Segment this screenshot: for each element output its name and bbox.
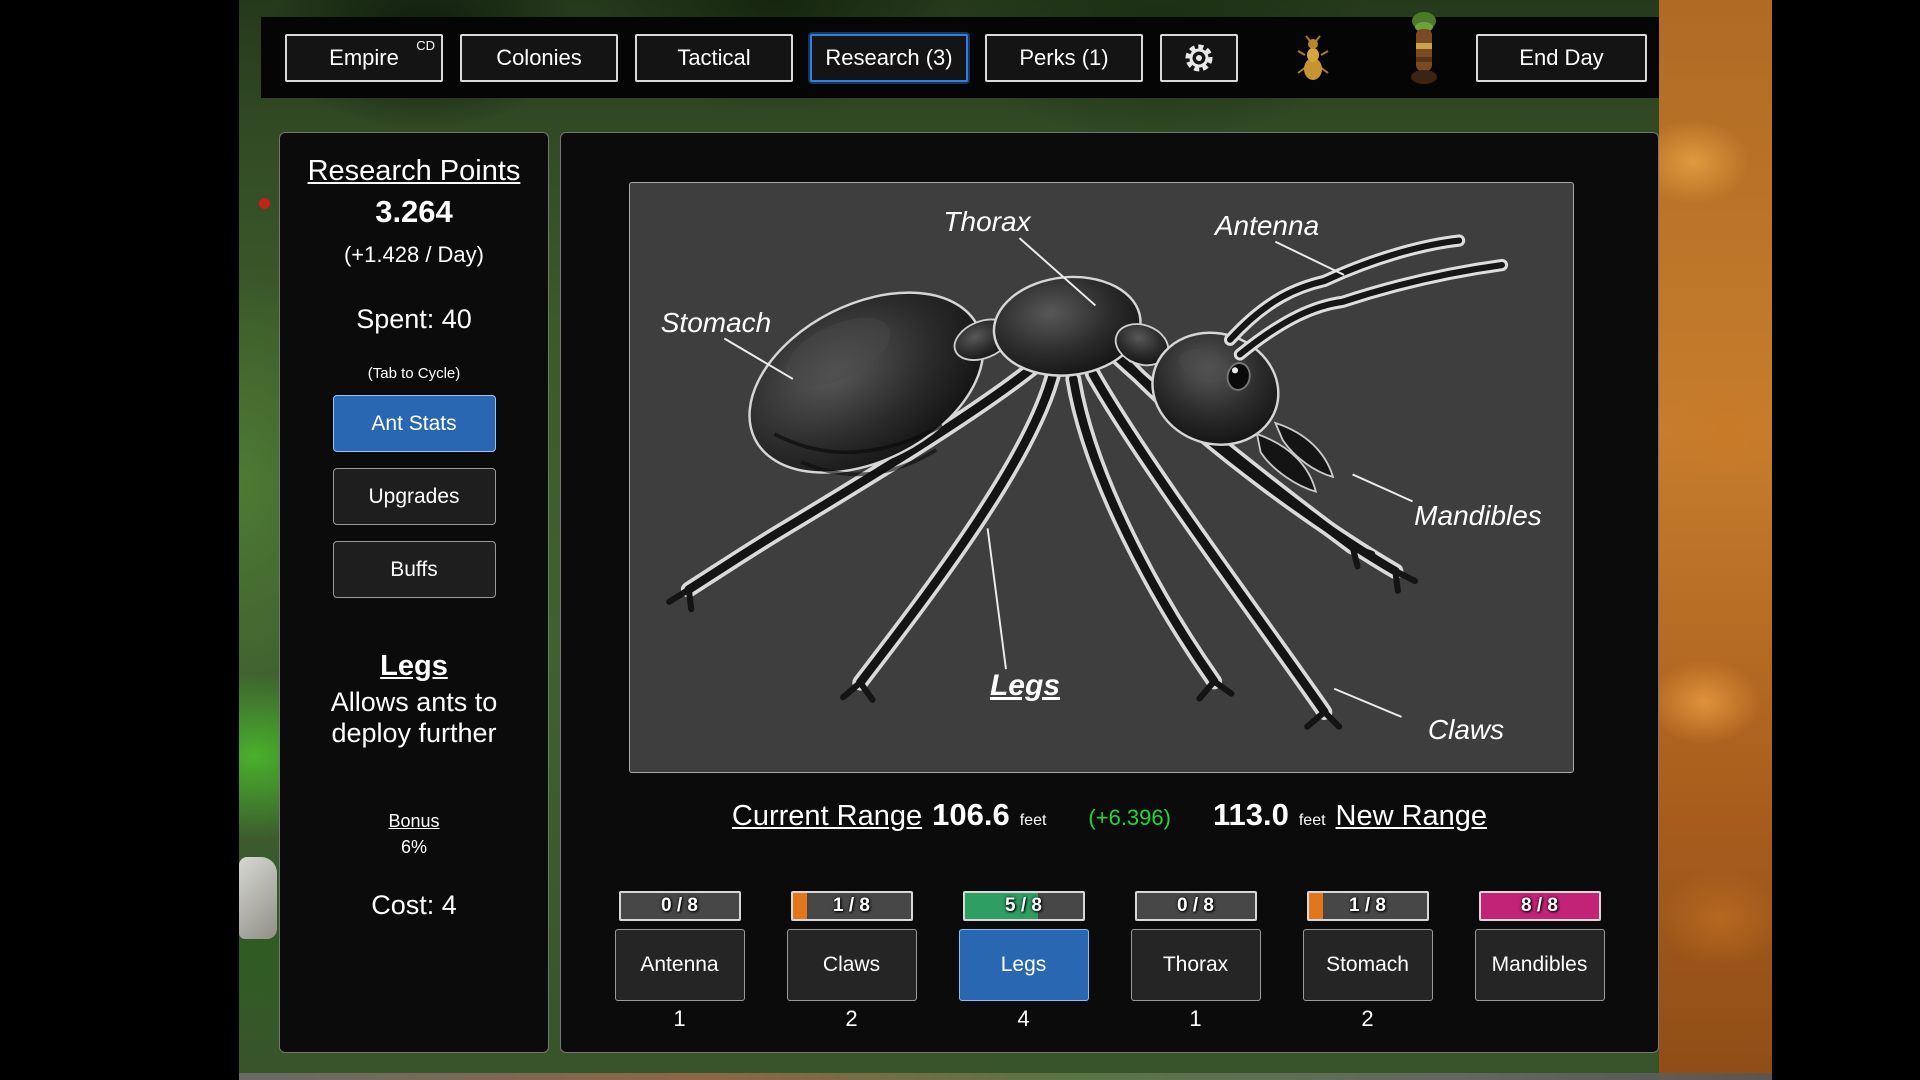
research-sidebar: Research Points 3.264 (+1.428 / Day) Spe… xyxy=(279,132,549,1053)
legs-button[interactable]: Legs xyxy=(959,929,1089,1001)
bonus-label: Bonus xyxy=(280,811,548,832)
gold-ant-sprite-icon xyxy=(1296,35,1330,86)
legs-progress-text: 5 / 8 xyxy=(965,893,1083,919)
part-column-stomach: 1 / 8 Stomach 2 xyxy=(1303,891,1433,1032)
selected-part-cost: Cost: 4 xyxy=(280,890,548,921)
research-points-title: Research Points xyxy=(280,155,548,188)
thorax-progress-text: 0 / 8 xyxy=(1137,893,1255,919)
background-leaves xyxy=(1659,0,1772,1080)
mandibles-progress-bar: 8 / 8 xyxy=(1479,891,1601,921)
bonus-value: 6% xyxy=(280,837,548,858)
ant-illustration xyxy=(630,183,1573,772)
selected-part-description: Allows ants to deploy further xyxy=(280,687,548,749)
research-main-panel: Thorax Antenna Stomach Mandibles Legs Cl… xyxy=(560,132,1659,1053)
antenna-progress-text: 0 / 8 xyxy=(621,893,739,919)
end-day-button[interactable]: End Day xyxy=(1476,34,1647,82)
research-points-value: 3.264 xyxy=(280,194,548,230)
mandibles-button[interactable]: Mandibles xyxy=(1475,929,1605,1001)
claws-cost: 2 xyxy=(787,1006,917,1032)
upgrades-button[interactable]: Upgrades xyxy=(333,468,496,525)
legs-cost: 4 xyxy=(959,1006,1089,1032)
diagram-label-mandibles[interactable]: Mandibles xyxy=(1414,500,1542,532)
antenna-cost: 1 xyxy=(615,1006,745,1032)
buffs-button[interactable]: Buffs xyxy=(333,541,496,598)
range-summary-row: Current Range 106.6 feet (+6.396) 113.0 … xyxy=(561,797,1658,833)
tab-research[interactable]: Research (3) xyxy=(810,34,968,82)
claws-progress-bar: 1 / 8 xyxy=(791,891,913,921)
background-rock xyxy=(239,857,277,939)
thorax-cost: 1 xyxy=(1131,1006,1261,1032)
stomach-cost: 2 xyxy=(1303,1006,1433,1032)
top-nav-bar: Empire CD Colonies Tactical Research (3)… xyxy=(261,17,1659,98)
letterbox-right xyxy=(1772,0,1920,1080)
background-map-strip xyxy=(239,1073,1772,1080)
diagram-label-claws[interactable]: Claws xyxy=(1428,714,1504,746)
points-spent: Spent: 40 xyxy=(280,304,548,335)
settings-button[interactable] xyxy=(1160,34,1238,82)
new-range-label: New Range xyxy=(1336,800,1488,833)
stomach-button[interactable]: Stomach xyxy=(1303,929,1433,1001)
stomach-progress-bar: 1 / 8 xyxy=(1307,891,1429,921)
diagram-label-legs[interactable]: Legs xyxy=(990,669,1060,703)
mandibles-progress-text: 8 / 8 xyxy=(1481,893,1599,919)
thorax-button[interactable]: Thorax xyxy=(1131,929,1261,1001)
range-delta: (+6.396) xyxy=(1088,805,1171,831)
ant-anatomy-diagram: Thorax Antenna Stomach Mandibles Legs Cl… xyxy=(629,182,1574,773)
gear-icon xyxy=(1183,42,1215,74)
mandibles-cost xyxy=(1475,1006,1605,1032)
background-berry xyxy=(259,198,270,209)
selected-part-name: Legs xyxy=(280,650,548,683)
thorax-progress-bar: 0 / 8 xyxy=(1135,891,1257,921)
part-column-thorax: 0 / 8 Thorax 1 xyxy=(1131,891,1261,1032)
claws-button[interactable]: Claws xyxy=(787,929,917,1001)
tab-empire[interactable]: Empire CD xyxy=(285,34,443,82)
letterbox-left xyxy=(0,0,239,1080)
legs-progress-bar: 5 / 8 xyxy=(963,891,1085,921)
ant-stats-button[interactable]: Ant Stats xyxy=(333,395,496,452)
diagram-label-thorax[interactable]: Thorax xyxy=(943,206,1030,238)
tab-empire-superscript: CD xyxy=(416,38,435,53)
current-range-label: Current Range xyxy=(732,800,922,833)
part-column-antenna: 0 / 8 Antenna 1 xyxy=(615,891,745,1032)
tab-empire-label: Empire xyxy=(329,45,399,71)
new-range-value: 113.0 xyxy=(1213,797,1289,833)
diagram-label-antenna[interactable]: Antenna xyxy=(1215,210,1319,242)
stomach-progress-text: 1 / 8 xyxy=(1309,893,1427,919)
part-upgrade-row: 0 / 8 Antenna 1 1 / 8 Claws 2 5 / 8 Legs xyxy=(561,891,1658,1032)
antenna-button[interactable]: Antenna xyxy=(615,929,745,1001)
tab-perks[interactable]: Perks (1) xyxy=(985,34,1143,82)
claws-progress-text: 1 / 8 xyxy=(793,893,911,919)
diagram-label-stomach[interactable]: Stomach xyxy=(661,307,772,339)
part-column-mandibles: 8 / 8 Mandibles xyxy=(1475,891,1605,1032)
totem-sprite-icon xyxy=(1406,11,1442,92)
new-range-unit: feet xyxy=(1299,812,1326,830)
current-range-unit: feet xyxy=(1020,812,1047,830)
current-range-value: 106.6 xyxy=(932,797,1010,833)
tab-colonies[interactable]: Colonies xyxy=(460,34,618,82)
tab-cycle-hint: (Tab to Cycle) xyxy=(280,365,548,382)
game-screen: Empire CD Colonies Tactical Research (3)… xyxy=(0,0,1920,1080)
tab-tactical[interactable]: Tactical xyxy=(635,34,793,82)
antenna-progress-bar: 0 / 8 xyxy=(619,891,741,921)
part-column-legs: 5 / 8 Legs 4 xyxy=(959,891,1089,1032)
part-column-claws: 1 / 8 Claws 2 xyxy=(787,891,917,1032)
research-points-per-day: (+1.428 / Day) xyxy=(280,242,548,268)
